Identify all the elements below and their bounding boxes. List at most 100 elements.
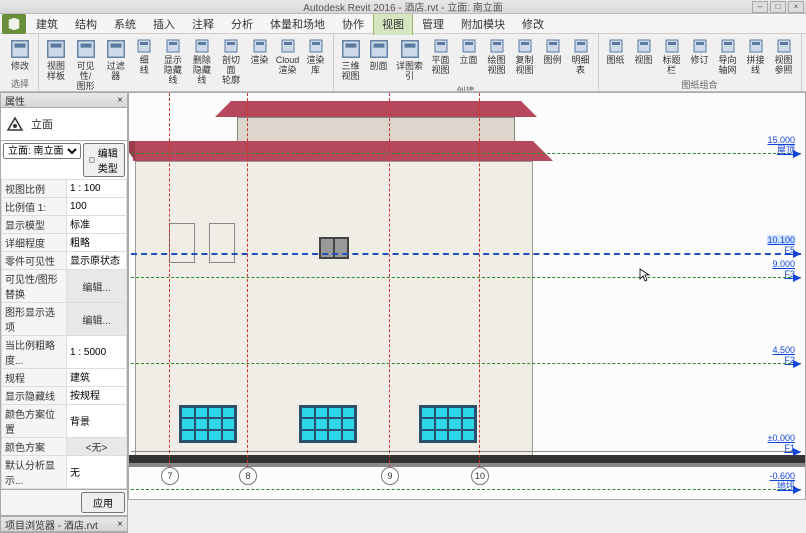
ribbon-btn[interactable]: Cloud渲染 [275,36,301,77]
ribbon-btn[interactable]: 明细表 [568,36,594,77]
menu-tab-0[interactable]: 建筑 [28,13,66,35]
browser-close-icon[interactable]: × [117,519,123,530]
grid-bubble[interactable]: 7 [161,467,179,485]
ribbon-btn[interactable]: 视图样板 [43,36,69,83]
property-row[interactable]: 颜色方案位置 [2,405,127,438]
ribbon-btn[interactable]: 三维视图 [338,36,364,83]
property-row[interactable]: 规程 [2,369,127,387]
ribbon-btn[interactable]: 标题栏 [659,36,685,77]
property-input[interactable] [70,236,123,247]
ribbon-icon [663,37,681,55]
property-input[interactable] [70,218,123,229]
property-row[interactable]: 默认分析显示... [2,456,127,489]
ribbon-icon [691,37,709,55]
opening [169,223,195,263]
properties-close-icon[interactable]: × [117,95,123,106]
property-row[interactable]: 显示隐藏线 [2,387,127,405]
ribbon-btn[interactable]: 渲染库 [303,36,329,77]
menu-tab-2[interactable]: 系统 [106,13,144,35]
apply-button[interactable]: 应用 [81,492,125,513]
property-row[interactable]: 视图比例 [2,180,127,198]
grid-bubble[interactable]: 10 [471,467,489,485]
property-input[interactable] [70,415,123,426]
property-input[interactable] [70,466,123,477]
ribbon-btn[interactable]: 拼接线 [743,36,769,77]
menu-tab-10[interactable]: 附加模块 [453,13,513,35]
ribbon-btn[interactable]: 修改 [6,36,34,73]
grid-line[interactable]: 9 [389,93,390,483]
app-menu-button[interactable] [2,14,26,34]
menu-tab-7[interactable]: 协作 [334,13,372,35]
menu-tab-5[interactable]: 分析 [223,13,261,35]
grid-line[interactable]: 7 [169,93,170,483]
window [299,405,357,443]
property-input[interactable] [70,347,123,358]
drawing-canvas[interactable]: 15.000屋顶10.100F59.000F34.500F2±0.000F1-0… [128,92,806,500]
ribbon-icon [44,37,68,61]
grid-line[interactable]: 10 [479,93,480,483]
ribbon-btn[interactable]: 绘图视图 [484,36,510,77]
ribbon-icon [516,37,534,55]
ribbon-icon [572,37,590,55]
ribbon-btn[interactable]: 导向轴网 [715,36,741,77]
menu-tab-11[interactable]: 修改 [514,13,552,35]
instance-selector[interactable]: 立面: 南立面 [3,143,81,159]
property-row[interactable]: 显示模型 [2,216,127,234]
ribbon-btn[interactable]: 平面视图 [428,36,454,77]
grid-bubble[interactable]: 9 [381,467,399,485]
property-row[interactable]: 图形显示选项编辑... [2,303,127,336]
ribbon-btn[interactable]: 立面 [456,36,482,67]
ribbon-btn[interactable]: 详图索引 [394,36,426,83]
ribbon-icon [775,37,793,55]
property-input[interactable] [70,183,123,194]
ribbon-btn[interactable]: 视图参照 [771,36,797,77]
property-input[interactable] [70,371,123,382]
grid-line[interactable]: 8 [247,93,248,483]
ribbon-icon [460,37,478,55]
ribbon-icon [635,37,653,55]
ribbon-icon [104,37,128,61]
ribbon-btn[interactable]: 剖面 [366,36,392,73]
property-row[interactable]: 颜色方案<无> [2,438,127,456]
ribbon-btn[interactable]: 删除隐藏线 [188,36,215,87]
ribbon: 修改选择视图样板可见性/图形过滤器细线显示隐藏线删除隐藏线剖切面轮廓渲染Clou… [0,34,806,92]
ribbon-btn[interactable]: 视图 [631,36,657,67]
properties-family[interactable]: 立面 [0,108,128,141]
ribbon-icon [222,37,240,55]
browser-title: 项目浏览器 - 酒店.rvt [5,517,98,532]
menu-tab-4[interactable]: 注释 [184,13,222,35]
max-button[interactable]: □ [770,1,786,13]
ribbon-btn[interactable]: 图例 [540,36,566,67]
ribbon-icon [279,37,297,55]
property-input[interactable] [70,254,123,265]
menu-tab-6[interactable]: 体量和场地 [262,13,333,35]
ribbon-btn[interactable]: 修订 [687,36,713,67]
property-row[interactable]: 比例值 1: [2,198,127,216]
ground-line [129,455,805,463]
property-input[interactable] [70,201,123,212]
menu-tab-8[interactable]: 视图 [373,12,413,35]
menu-tab-1[interactable]: 结构 [67,13,105,35]
ribbon-btn[interactable]: 可见性/图形 [71,36,100,92]
property-input[interactable] [70,389,123,400]
ribbon-btn[interactable]: 复制视图 [512,36,538,77]
ribbon-btn[interactable]: 过滤器 [102,36,129,83]
menu-tab-9[interactable]: 管理 [414,13,452,35]
property-row[interactable]: 当比例粗略度... [2,336,127,369]
grid-bubble[interactable]: 8 [239,467,257,485]
close-button[interactable]: × [788,1,804,13]
ribbon-btn[interactable]: 显示隐藏线 [159,36,186,87]
ribbon-btn[interactable]: 渲染 [247,36,273,67]
ribbon-btn[interactable]: 细线 [131,36,157,77]
ribbon-btn[interactable]: 剖切面轮廓 [217,36,244,87]
property-row[interactable]: 零件可见性 [2,252,127,270]
roof-upper [231,101,521,117]
property-row[interactable]: 可见性/图形替换编辑... [2,270,127,303]
min-button[interactable]: – [752,1,768,13]
ribbon-btn[interactable]: 图纸 [603,36,629,67]
app-title: Autodesk Revit 2016 - 酒店.rvt - 立面: 南立面 [303,0,503,14]
property-row[interactable]: 详细程度 [2,234,127,252]
edit-type-button[interactable]: 编辑类型 [83,143,125,177]
window [419,405,477,443]
menu-tab-3[interactable]: 插入 [145,13,183,35]
